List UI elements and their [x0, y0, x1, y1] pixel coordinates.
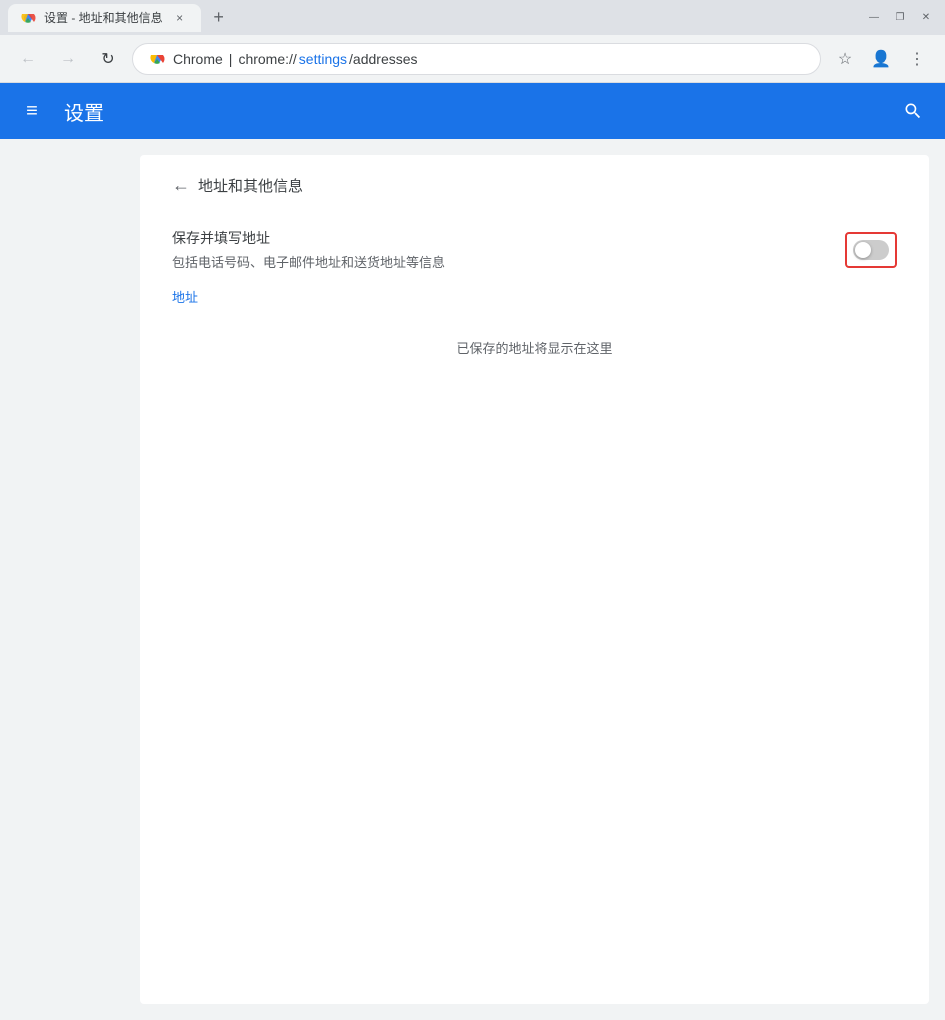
- url-settings: settings: [299, 51, 347, 67]
- empty-state: 已保存的地址将显示在这里: [172, 318, 897, 377]
- back-button[interactable]: ←: [12, 43, 44, 75]
- minimize-button[interactable]: —: [863, 7, 885, 29]
- save-addresses-row: 保存并填写地址 包括电话号码、电子邮件地址和送货地址等信息: [172, 228, 897, 271]
- window-controls: — ❐ ✕: [863, 7, 937, 29]
- content-area: ← 地址和其他信息 保存并填写地址 包括电话号码、电子邮件地址和送货地址等信息 …: [140, 155, 929, 1004]
- refresh-button[interactable]: ↻: [92, 43, 124, 75]
- setting-name: 保存并填写地址: [172, 228, 845, 248]
- tab-title: 设置 - 地址和其他信息: [44, 9, 163, 26]
- back-navigation[interactable]: ← 地址和其他信息: [172, 175, 897, 196]
- browser-tab[interactable]: 设置 - 地址和其他信息 ×: [8, 4, 201, 32]
- bookmark-button[interactable]: ☆: [829, 43, 861, 75]
- address-bar: ← → ↻ Chrome | chrome://settings/address…: [0, 35, 945, 83]
- url-domain: Chrome: [173, 51, 223, 67]
- url-separator: |: [229, 51, 233, 67]
- app-header: ≡ 设置: [0, 83, 945, 139]
- main-container: ← 地址和其他信息 保存并填写地址 包括电话号码、电子邮件地址和送货地址等信息 …: [0, 139, 945, 1020]
- url-bar[interactable]: Chrome | chrome://settings/addresses: [132, 43, 821, 75]
- back-arrow-icon[interactable]: ←: [172, 175, 190, 196]
- page-title: 地址和其他信息: [198, 175, 303, 196]
- hamburger-icon[interactable]: ≡: [16, 95, 48, 127]
- title-bar: 设置 - 地址和其他信息 × + — ❐ ✕: [0, 0, 945, 35]
- setting-desc: 包括电话号码、电子邮件地址和送货地址等信息: [172, 252, 845, 271]
- forward-button[interactable]: →: [52, 43, 84, 75]
- empty-state-text: 已保存的地址将显示在这里: [456, 341, 612, 356]
- tab-favicon: [20, 10, 36, 26]
- toggle-highlight: [845, 232, 897, 268]
- url-text: Chrome | chrome://settings/addresses: [173, 51, 418, 67]
- sidebar: [0, 139, 140, 1020]
- setting-info: 保存并填写地址 包括电话号码、电子邮件地址和送货地址等信息: [172, 228, 845, 271]
- tab-close-button[interactable]: ×: [171, 9, 189, 27]
- toggle-knob: [855, 242, 871, 258]
- more-menu-button[interactable]: ⋮: [901, 43, 933, 75]
- address-bar-actions: ☆ 👤 ⋮: [829, 43, 933, 75]
- url-path: /addresses: [349, 51, 417, 67]
- addresses-section-label: 地址: [172, 287, 897, 306]
- close-button[interactable]: ✕: [915, 7, 937, 29]
- title-bar-left: 设置 - 地址和其他信息 × +: [8, 4, 863, 32]
- new-tab-button[interactable]: +: [205, 4, 233, 32]
- url-favicon: [149, 51, 165, 67]
- save-addresses-toggle[interactable]: [853, 240, 889, 260]
- app-title: 设置: [64, 97, 881, 126]
- url-scheme: chrome://: [238, 51, 296, 67]
- restore-button[interactable]: ❐: [889, 7, 911, 29]
- account-button[interactable]: 👤: [865, 43, 897, 75]
- search-icon[interactable]: [897, 95, 929, 127]
